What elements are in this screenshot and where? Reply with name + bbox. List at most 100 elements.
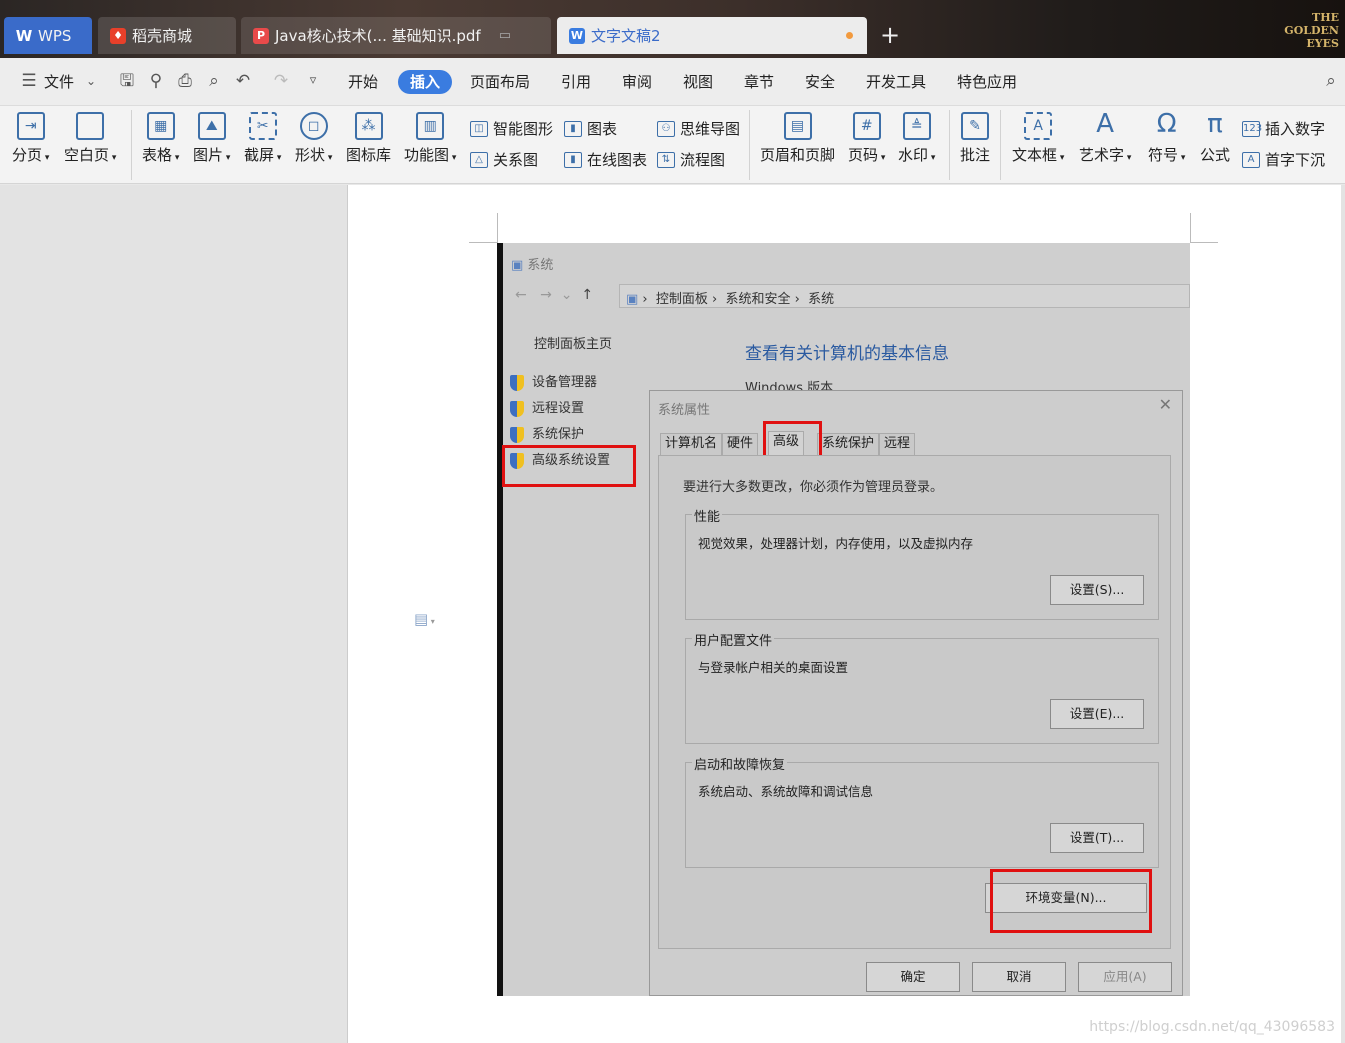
smart-art-button[interactable]: ◫ 智能图形 [470,118,553,139]
margin-mark [1190,242,1218,243]
format-painter-icon[interactable]: ⚲ [145,70,167,92]
blank-page-icon [76,112,105,140]
insert-number-icon: 123 [1242,120,1262,137]
address-bar[interactable]: ▣ › 控制面板 › 系统和安全 › 系统 [619,284,1190,308]
golden-eyes-logo: THE GOLDEN EYES [1284,11,1339,50]
ribbon-divider [749,110,750,180]
mind-map-icon: ⚇ [657,120,675,137]
tab-label: WPS [38,26,72,45]
menu-chapter[interactable]: 章节 [744,72,774,92]
control-panel-icon: ▣ [626,292,639,307]
computer-icon: ▣ [511,258,528,273]
menu-view[interactable]: 视图 [683,72,713,92]
online-chart-icon: ▮ [564,151,582,168]
menu-review[interactable]: 审阅 [622,72,652,92]
cancel-button[interactable]: 取消 [972,962,1066,992]
apply-button[interactable]: 应用(A) [1078,962,1172,992]
tab-label: 稻壳商城 [132,27,193,45]
shape-button[interactable]: ◻ 形状 ▾ [295,112,332,165]
blank-page-button[interactable]: 空白页 ▾ [64,112,116,165]
wordart-button[interactable]: A 艺术字 ▾ [1079,111,1131,165]
menu-security[interactable]: 安全 [805,72,835,92]
performance-settings-button[interactable]: 设置(S)... [1050,575,1144,605]
picture-button[interactable]: ⛰ 图片 ▾ [193,112,230,165]
mind-map-button[interactable]: ⚇ 思维导图 [657,118,740,139]
insert-number-button[interactable]: 123 插入数字 [1242,118,1325,139]
page-number-button[interactable]: # 页码 ▾ [848,112,885,165]
system-window-title: ▣ 系统 [511,258,554,273]
search-icon[interactable]: ⌕ [1320,70,1342,92]
tab-remote[interactable]: 远程 [879,433,916,455]
page-number-icon: # [852,112,881,140]
tab-hardware[interactable]: 硬件 [722,433,759,455]
tab-label: 文字文稿2 [591,27,661,45]
menu-developer[interactable]: 开发工具 [866,72,926,92]
user-profiles-settings-button[interactable]: 设置(E)... [1050,699,1144,729]
customize-toolbar-icon[interactable]: ▿ [302,70,324,92]
new-tab-button[interactable]: + [880,22,900,48]
formula-button[interactable]: π 公式 [1200,111,1230,165]
system-protection-link[interactable]: 系统保护 [510,423,584,443]
relation-chart-button[interactable]: △ 关系图 [470,149,538,170]
chart-button[interactable]: ▮ 图表 [564,118,617,139]
print-icon[interactable]: ⎙ [174,70,196,92]
page-break-button[interactable]: ⇥ 分页 ▾ [12,112,49,165]
flowchart-button[interactable]: ⇅ 流程图 [657,149,725,170]
symbol-button[interactable]: Ω 符号 ▾ [1148,111,1185,165]
paragraph-layout-icon[interactable]: ▤ ▾ [414,610,435,628]
icon-library-icon: ⁂ [354,112,383,140]
icon-library-button[interactable]: ⁂ 图标库 [346,112,391,165]
unsaved-dot-icon [846,32,853,39]
word-doc-icon: W [569,27,585,44]
table-button[interactable]: ▦ 表格 ▾ [142,112,179,165]
close-icon[interactable]: ✕ [1159,395,1172,414]
save-icon[interactable]: 🖫 [116,70,138,92]
textbox-button[interactable]: A 文本框 ▾ [1012,112,1064,165]
tab-word-document[interactable]: W 文字文稿2 [557,17,867,54]
menu-special[interactable]: 特色应用 [957,72,1017,92]
menu-insert[interactable]: 插入 [398,70,453,94]
shield-icon [510,426,524,443]
basic-info-heading: 查看有关计算机的基本信息 [745,344,949,364]
flowchart-icon: ⇅ [657,151,675,168]
undo-icon[interactable]: ↶ [232,70,254,92]
tab-wps-home[interactable]: W WPS [4,17,92,54]
shield-icon [510,374,524,391]
screenshot-edge [497,243,503,996]
comment-button[interactable]: ✎ 批注 [960,112,990,165]
chevron-down-icon[interactable]: ⌄ [80,70,102,92]
tab-docer-store[interactable]: ♦ 稻壳商城 [98,17,236,54]
monitor-icon: ▭ [498,28,511,43]
shape-icon: ◻ [299,112,328,140]
online-chart-button[interactable]: ▮ 在线图表 [564,149,647,170]
embedded-screenshot[interactable]: ▣ 系统 ← → ⌄ ↑ ▣ › 控制面板 › 系统和安全 › 系统 控制面板主… [497,243,1190,996]
control-panel-home-link[interactable]: 控制面板主页 [534,333,612,352]
device-manager-link[interactable]: 设备管理器 [510,371,597,391]
menu-start[interactable]: 开始 [348,72,378,92]
header-footer-button[interactable]: ▤ 页眉和页脚 [760,112,835,165]
screenshot-button[interactable]: ✂ 截屏 ▾ [244,112,281,165]
header-footer-icon: ▤ [783,112,812,140]
ok-button[interactable]: 确定 [866,962,960,992]
function-chart-button[interactable]: ▥ 功能图 ▾ [404,112,456,165]
file-menu[interactable]: 文件 [44,72,74,92]
startup-recovery-settings-button[interactable]: 设置(T)... [1050,823,1144,853]
tab-pdf-document[interactable]: P Java核心技术(... 基础知识.pdf ▭ [241,17,551,54]
system-properties-dialog: 系统属性 ✕ 计算机名 硬件 高级 系统保护 远程 要进行大多数更改，你必须作为… [649,390,1183,996]
tab-computer-name[interactable]: 计算机名 [660,433,723,455]
nav-arrows-icon: ← → ⌄ ↑ [515,287,594,303]
hamburger-menu-icon[interactable]: ☰ [18,70,40,92]
margin-mark [497,213,498,243]
drop-cap-button[interactable]: A 首字下沉 [1242,149,1325,170]
user-profiles-group: 用户配置文件 与登录帐户相关的桌面设置 设置(E)... [685,630,1159,744]
tab-system-protection[interactable]: 系统保护 [817,433,880,455]
print-preview-icon[interactable]: ⌕ [203,70,225,92]
menu-references[interactable]: 引用 [561,72,591,92]
smart-art-icon: ◫ [470,120,488,137]
watermark-button[interactable]: ≜ 水印 ▾ [898,112,935,165]
remote-settings-link[interactable]: 远程设置 [510,397,584,417]
redo-icon[interactable]: ↷ [270,70,292,92]
ribbon-divider [1000,110,1001,180]
menu-page-layout[interactable]: 页面布局 [470,72,530,92]
performance-group: 性能 视觉效果，处理器计划，内存使用，以及虚拟内存 设置(S)... [685,506,1159,620]
